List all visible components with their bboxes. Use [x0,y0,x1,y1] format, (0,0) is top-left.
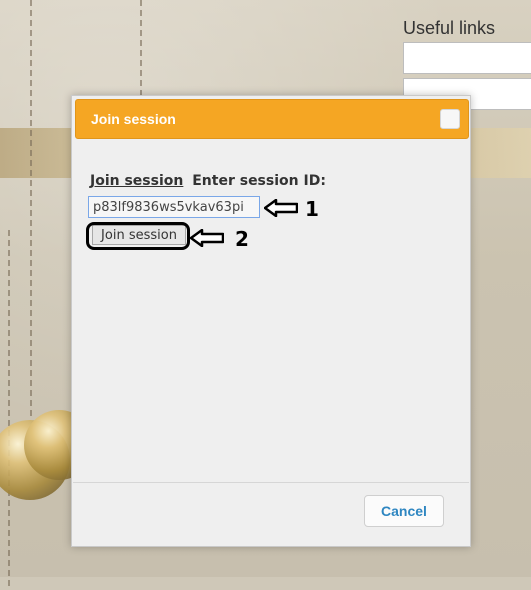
annotation-step-1: 1 [305,197,319,221]
dialog-title: Join session [91,111,176,127]
join-session-dialog: Join session Join session Enter session … [71,95,471,547]
enter-session-id-label: Enter session ID: [192,173,326,189]
left-arrow-icon [263,198,299,218]
useful-links-heading: Useful links [403,18,496,38]
join-session-button[interactable]: Join session [92,225,186,245]
close-icon[interactable] [440,109,460,129]
session-id-input[interactable] [88,196,260,218]
cancel-button[interactable]: Cancel [364,495,444,527]
left-arrow-icon [189,228,225,248]
annotation-step-2: 2 [235,227,249,251]
ornament-chain [8,230,10,590]
dialog-titlebar: Join session [75,99,469,139]
join-session-link[interactable]: Join session [90,173,183,189]
dialog-footer-divider [73,482,469,483]
join-session-prompt: Join session Enter session ID: [90,173,326,189]
ornament-chain [140,0,142,95]
useful-links-box[interactable] [403,42,531,74]
ornament-chain [30,0,32,420]
